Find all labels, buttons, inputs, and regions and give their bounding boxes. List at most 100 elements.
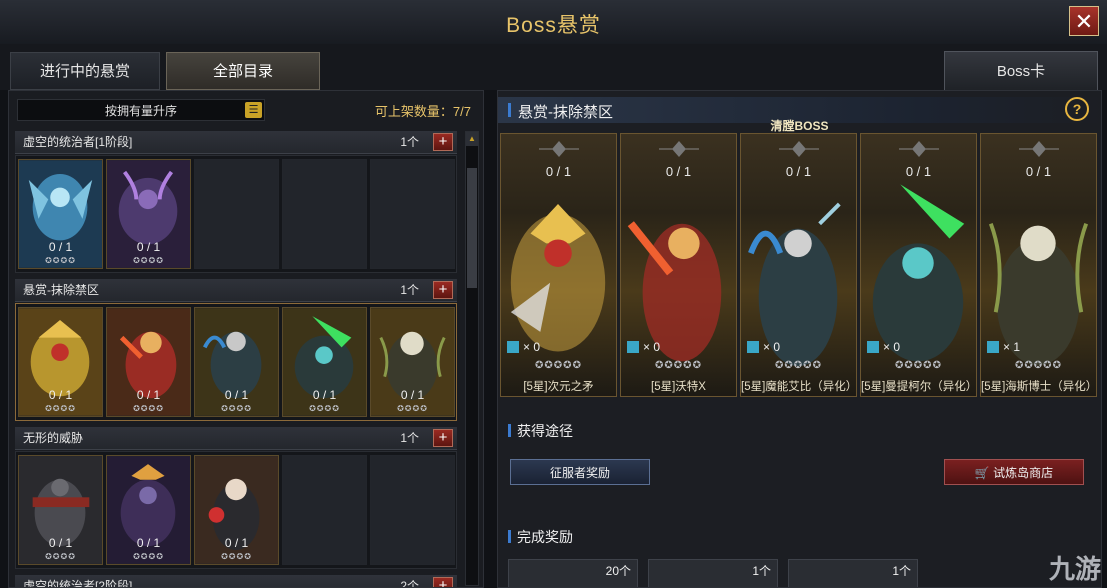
boss-progress: 0 / 1 — [1025, 164, 1052, 179]
boss-name: [5星]次元之矛 — [523, 381, 594, 393]
group-name: 无形的威胁 — [23, 431, 84, 445]
shard-count: × 1 — [987, 340, 1020, 354]
boss-name: [5星]曼提柯尔（异化） — [861, 381, 977, 393]
star-icons: ✪✪✪✪ — [221, 404, 252, 413]
boss-slot[interactable]: 0 / 1 ✪✪✪✪ — [18, 159, 103, 269]
boss-slot[interactable]: 0 / 1 ✪✪✪✪ — [18, 307, 103, 417]
reward-count: 1个 — [892, 564, 911, 578]
star-icons: ✪✪✪✪✪ — [895, 360, 942, 371]
purify-label: 清膛BOSS — [770, 119, 829, 133]
scroll-thumb[interactable] — [467, 168, 477, 288]
slot-count: 0 / 1 — [312, 388, 337, 402]
menu-icon[interactable]: ☰ — [245, 102, 262, 118]
add-button[interactable]: + — [433, 133, 453, 151]
shard-count: × 0 — [747, 340, 780, 354]
group-header[interactable]: 悬赏-抹除禁区 1个 + — [15, 279, 457, 302]
star-icons: ✪✪✪✪ — [309, 404, 340, 413]
tab-all-catalog[interactable]: 全部目录 — [166, 52, 320, 90]
slot-count: 0 / 1 — [224, 536, 249, 550]
boss-progress: 0 / 1 — [545, 164, 572, 179]
group-header[interactable]: 虚空的统治者[1阶段] 1个 + — [15, 131, 457, 154]
group-header[interactable]: 无形的威胁 1个 + — [15, 427, 457, 450]
empty-slot — [282, 455, 367, 565]
empty-slot — [282, 159, 367, 269]
star-icons: ✪✪✪✪ — [221, 552, 252, 561]
boss-name: [5星]海斯博士（异化） — [981, 381, 1097, 393]
boss-slot[interactable]: 0 / 1 ✪✪✪✪ — [18, 455, 103, 565]
bounty-detail-panel: 悬赏-抹除禁区 ? 清膛BOSS 0 / 1 × 0 ✪✪✪✪✪ [5星]次元之… — [497, 90, 1102, 588]
trial-island-shop-button[interactable]: 🛒 试炼岛商店 — [944, 459, 1084, 485]
boss-card-row: 0 / 1 × 0 ✪✪✪✪✪ [5星]次元之矛 0 / 1 × 0 ✪✪✪✪✪… — [500, 133, 1098, 397]
emblem-icon — [659, 141, 699, 157]
boss-slot[interactable]: 0 / 1 ✪✪✪✪ — [106, 159, 191, 269]
sort-dropdown[interactable]: 按拥有量升序 ☰ — [17, 99, 265, 121]
shard-icon — [867, 341, 879, 353]
boss-card[interactable]: 0 / 1 × 0 ✪✪✪✪✪ [5星]魔能艾比（异化） — [740, 133, 857, 397]
reward-count: 20个 — [605, 564, 631, 578]
star-icons: ✪✪✪✪✪ — [1015, 360, 1062, 371]
tab-active-bounties[interactable]: 进行中的悬赏 — [10, 52, 160, 90]
capacity-label: 可上架数量：7/7 — [374, 104, 471, 119]
add-button[interactable]: + — [433, 281, 453, 299]
star-icons: ✪✪✪✪ — [45, 552, 76, 561]
boss-card-button[interactable]: Boss卡 — [944, 51, 1098, 91]
group-count: 1个 — [400, 283, 419, 297]
boss-slot[interactable]: 0 / 1 ✪✪✪✪ — [194, 455, 279, 565]
section-bar — [508, 530, 511, 543]
slot-count: 0 / 1 — [136, 240, 161, 254]
group-slots: 0 / 1 ✪✪✪✪ 0 / 1 ✪✪✪✪ 0 / 1 ✪✪✪✪ — [15, 451, 457, 569]
boss-slot[interactable]: 0 / 1 ✪✪✪✪ — [194, 307, 279, 417]
reward-item[interactable]: 20个 — [508, 559, 638, 587]
star-icons: ✪✪✪✪ — [45, 256, 76, 265]
boss-progress: 0 / 1 — [665, 164, 692, 179]
scrollbar[interactable]: ▲ — [465, 131, 479, 586]
watermark-logo: 九游 — [1048, 554, 1101, 584]
section-bar — [508, 424, 511, 437]
reward-count: 1个 — [752, 564, 771, 578]
boss-slot[interactable]: 0 / 1 ✪✪✪✪ — [370, 307, 455, 417]
title-bar: Boss悬赏 ✕ — [0, 0, 1107, 45]
group-slots: 0 / 1 ✪✪✪✪ 0 / 1 ✪✪✪✪ 0 / 1 ✪✪✪✪ 0 / 1 ✪… — [15, 303, 457, 421]
shard-icon — [987, 341, 999, 353]
group-count: 1个 — [400, 431, 419, 445]
boss-card[interactable]: 0 / 1 × 0 ✪✪✪✪✪ [5星]曼提柯尔（异化） — [860, 133, 977, 397]
boss-card[interactable]: 0 / 1 × 0 ✪✪✪✪✪ [5星]次元之矛 — [500, 133, 617, 397]
emblem-icon — [1019, 141, 1059, 157]
shard-icon — [627, 341, 639, 353]
boss-progress: 0 / 1 — [905, 164, 932, 179]
emblem-icon — [539, 141, 579, 157]
slot-count: 0 / 1 — [400, 388, 425, 402]
add-button[interactable]: + — [433, 577, 453, 587]
slot-count: 0 / 1 — [48, 536, 73, 550]
group-slots: 0 / 1 ✪✪✪✪ 0 / 1 ✪✪✪✪ — [15, 155, 457, 273]
boss-name: [5星]沃特X — [651, 381, 706, 393]
boss-name: [5星]魔能艾比（异化） — [741, 381, 857, 393]
group-name: 悬赏-抹除禁区 — [23, 283, 99, 297]
boss-slot[interactable]: 0 / 1 ✪✪✪✪ — [282, 307, 367, 417]
boss-card[interactable]: 0 / 1 × 1 ✪✪✪✪✪ [5星]海斯博士（异化） — [980, 133, 1097, 397]
slot-count: 0 / 1 — [136, 388, 161, 402]
add-button[interactable]: + — [433, 429, 453, 447]
star-icons: ✪✪✪✪✪ — [655, 360, 702, 371]
star-icons: ✪✪✪✪ — [45, 404, 76, 413]
star-icons: ✪✪✪✪ — [133, 552, 164, 561]
window-title: Boss悬赏 — [506, 14, 601, 37]
slot-count: 0 / 1 — [224, 388, 249, 402]
close-button[interactable]: ✕ — [1069, 6, 1099, 36]
boss-card[interactable]: 0 / 1 × 0 ✪✪✪✪✪ [5星]沃特X — [620, 133, 737, 397]
group-header[interactable]: 虚空的统治者[2阶段] 2个 + — [15, 575, 457, 588]
boss-progress: 0 / 1 — [785, 164, 812, 179]
boss-slot[interactable]: 0 / 1 ✪✪✪✪ — [106, 307, 191, 417]
reward-item[interactable]: 1个 — [788, 559, 918, 587]
slot-count: 0 / 1 — [136, 536, 161, 550]
group-count: 2个 — [400, 579, 419, 588]
cart-icon: 🛒 — [974, 466, 994, 480]
boss-slot[interactable]: 0 / 1 ✪✪✪✪ — [106, 455, 191, 565]
conqueror-reward-button[interactable]: 征服者奖励 — [510, 459, 650, 485]
empty-slot — [194, 159, 279, 269]
reward-item[interactable]: 1个 — [648, 559, 778, 587]
emblem-icon — [779, 141, 819, 157]
scroll-up-icon[interactable]: ▲ — [466, 132, 478, 146]
sort-label: 按拥有量升序 — [104, 104, 177, 118]
obtain-section-title: 获得途径 — [508, 421, 573, 441]
